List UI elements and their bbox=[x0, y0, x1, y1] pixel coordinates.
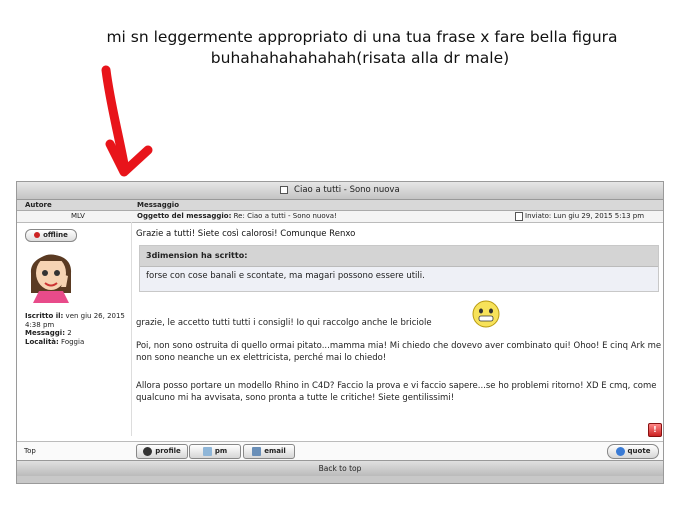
smiley-icon bbox=[472, 300, 500, 328]
topic-checkbox-icon bbox=[280, 185, 289, 194]
pm-icon bbox=[202, 446, 212, 456]
post-date: Inviato: Lun giu 29, 2015 5:13 pm bbox=[515, 211, 644, 222]
report-button[interactable]: ! bbox=[648, 423, 662, 437]
email-icon bbox=[252, 446, 262, 456]
post-paragraph-3: Poi, non sono ostruita di quello ormai p… bbox=[136, 341, 662, 363]
post-paragraph-2: grazie, le accetto tutti tutti i consigl… bbox=[136, 318, 432, 328]
top-link[interactable]: Top bbox=[24, 447, 36, 455]
offline-icon bbox=[34, 232, 41, 238]
profile-button[interactable]: profile bbox=[136, 444, 188, 459]
quote-button[interactable]: quote bbox=[607, 444, 659, 459]
post-actions-row: Top profile pm email quote bbox=[17, 441, 663, 460]
back-to-top-link[interactable]: Back to top bbox=[17, 460, 663, 477]
user-info: Iscritto il: ven giu 26, 2015 4:38 pm Me… bbox=[25, 312, 125, 346]
post-icon bbox=[515, 211, 523, 221]
caption-line-1: mi sn leggermente appropriato di una tua… bbox=[106, 28, 618, 46]
post-greeting: Grazie a tutti! Siete così calorosi! Com… bbox=[136, 229, 356, 239]
profile-icon bbox=[143, 446, 153, 456]
author-column-header: Autore bbox=[25, 201, 52, 209]
post-author[interactable]: MLV bbox=[71, 211, 85, 222]
quote-header: 3dimension ha scritto: bbox=[140, 246, 658, 267]
message-column-header: Messaggio bbox=[137, 201, 179, 209]
footer-bar bbox=[17, 476, 663, 483]
post-subject: Oggetto del messaggio: Re: Ciao a tutti … bbox=[137, 212, 337, 220]
user-avatar[interactable] bbox=[25, 243, 77, 303]
forum-post-screenshot: Ciao a tutti - Sono nuova Autore Messagg… bbox=[16, 181, 664, 484]
column-headers: Autore Messaggio bbox=[17, 200, 663, 211]
quote-icon bbox=[615, 446, 625, 456]
post-subject-row: MLV Oggetto del messaggio: Re: Ciao a tu… bbox=[17, 211, 663, 223]
author-column-divider bbox=[131, 222, 132, 436]
quote-block: 3dimension ha scritto: forse con cose ba… bbox=[139, 245, 659, 292]
post-paragraph-4: Allora posso portare un modello Rhino in… bbox=[136, 381, 657, 403]
pm-button[interactable]: pm bbox=[189, 444, 241, 459]
topic-title: Ciao a tutti - Sono nuova bbox=[17, 182, 663, 200]
offline-status-badge: offline bbox=[25, 229, 77, 242]
email-button[interactable]: email bbox=[243, 444, 295, 459]
red-arrow-icon bbox=[101, 65, 153, 177]
quote-body: forse con cose banali e scontate, ma mag… bbox=[140, 267, 658, 291]
